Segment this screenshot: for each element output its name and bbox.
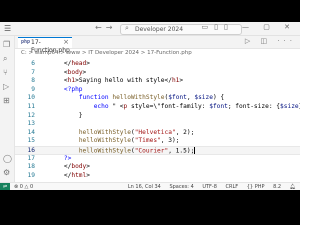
line-number: 12 [27, 111, 35, 119]
line-number: 17 [27, 154, 35, 162]
tab-bar: php 17-Function.php × ▷ ◫ ··· [15, 36, 300, 54]
line-number: 6 [31, 60, 35, 67]
code-line[interactable]: 13 [15, 120, 300, 129]
code-line[interactable]: 6 </head> [15, 60, 300, 69]
code-text: </head> [49, 60, 90, 67]
code-line[interactable]: 14 helloWithStyle("Helvetica", 2); [15, 129, 300, 138]
code-editor[interactable]: 6 </head> 7 <body> 8 <h1>Saying hello with… [15, 60, 300, 180]
line-number: 19 [27, 171, 35, 179]
code-line[interactable]: 18 </body> [15, 163, 300, 172]
letterbox-bottom [0, 190, 300, 225]
code-line[interactable]: 12 } [15, 112, 300, 121]
line-number: 10 [27, 94, 35, 102]
account-icon[interactable]: ◯ [3, 154, 12, 163]
code-text: <body> [49, 68, 87, 76]
code-text: echo " <p style=\"font-family: $font; fo… [93, 103, 300, 110]
code-text: } [49, 111, 83, 119]
line-number: 18 [27, 163, 35, 171]
code-line[interactable]: 7 <body> [15, 69, 300, 78]
code-line[interactable]: 8 <h1>Saying hello with style</h1> [15, 77, 300, 86]
code-text: <?php [63, 85, 83, 93]
activity-bar: ❐ ⌕ ⑂ ▷ ⊞ ◯ ⚙ [0, 36, 15, 182]
line-number: 11 [27, 103, 35, 110]
close-icon[interactable]: × [63, 38, 69, 46]
editor-actions[interactable]: ▷ ◫ ··· [245, 37, 296, 45]
menu-icon[interactable]: ☰ [4, 24, 11, 33]
code-text: helloWithStyle("Helvetica", 2); [78, 128, 195, 136]
extensions-icon[interactable]: ⊞ [3, 96, 10, 105]
window-controls[interactable]: ▭▯▯ — ▢ ✕ [202, 23, 296, 31]
search-icon[interactable]: ⌕ [3, 54, 7, 64]
line-number: 14 [27, 128, 35, 136]
code-line[interactable]: 10 function helloWithStyle($font, $size)… [15, 94, 300, 103]
letterbox-top [0, 0, 300, 22]
explorer-icon[interactable]: ❐ [3, 40, 10, 49]
settings-gear-icon[interactable]: ⚙ [3, 168, 10, 177]
line-number: 7 [31, 68, 35, 76]
code-text: </body> [49, 163, 90, 171]
code-text: </html> [49, 171, 90, 179]
line-number: 8 [31, 77, 35, 85]
code-text: ?> [63, 154, 72, 162]
breadcrumb[interactable]: C: > wamp64 > www > IT Developer 2024 > … [15, 49, 300, 58]
search-icon: ⌕ [125, 24, 129, 32]
line-number: 13 [27, 120, 35, 128]
search-text: Developer 2024 [135, 26, 184, 33]
run-debug-icon[interactable]: ▷ [3, 82, 9, 91]
source-control-icon[interactable]: ⑂ [3, 68, 8, 77]
php-file-icon: php [21, 39, 31, 45]
title-bar: ☰ ←→ ⌕ Developer 2024 ▭▯▯ — ▢ ✕ [0, 22, 300, 36]
code-line[interactable]: 11 echo " <p style=\"font-family: $font;… [15, 103, 300, 112]
tab-17-function-php[interactable]: php 17-Function.php × [18, 37, 72, 54]
nav-arrows[interactable]: ←→ [95, 23, 116, 32]
line-number: 15 [27, 137, 35, 145]
code-line[interactable]: 9 <?php [15, 86, 300, 95]
code-line[interactable]: 16 helloWithStyle("Courier", 1.5); [15, 146, 300, 155]
code-line[interactable]: 19 </html> [15, 172, 300, 181]
screen: ☰ ←→ ⌕ Developer 2024 ▭▯▯ — ▢ ✕ ❐ ⌕ ⑂ ▷ … [0, 0, 300, 225]
code-line[interactable]: 17 ?> [15, 155, 300, 164]
line-number: 9 [31, 85, 35, 93]
code-text: function helloWithStyle($font, $size) { [78, 94, 225, 102]
text-cursor [194, 147, 196, 154]
code-text: <h1>Saying hello with style</h1> [49, 77, 184, 85]
code-line[interactable]: 15 helloWithStyle("Times", 3); [15, 137, 300, 146]
code-text: helloWithStyle("Times", 3); [78, 137, 180, 145]
